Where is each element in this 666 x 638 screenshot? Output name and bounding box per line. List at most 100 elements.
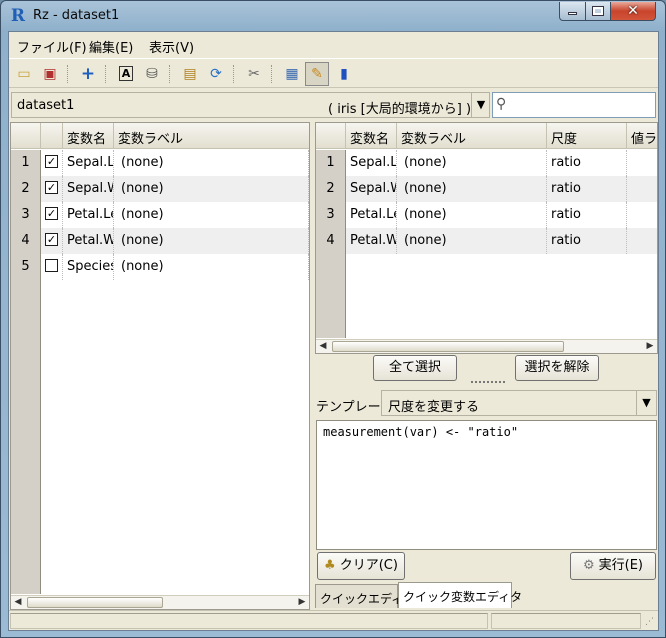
right-header-scale[interactable]: 尺度 — [547, 123, 627, 149]
value-label-cell[interactable] — [627, 202, 657, 228]
variable-label[interactable]: (none) — [114, 176, 309, 202]
scroll-right-icon[interactable]: ▶ — [295, 596, 309, 609]
check-cell: ✓ — [41, 176, 63, 202]
variable-label[interactable]: (none) — [114, 202, 309, 228]
open-folder-icon[interactable]: ▭ — [14, 64, 34, 84]
gear-icon: ⚙ — [582, 558, 595, 573]
add-icon[interactable]: + — [78, 64, 98, 84]
menu-bar: ファイル(F) 編集(E) 表示(V) — [9, 32, 658, 58]
status-bar: ⋰ — [9, 610, 658, 630]
right-header-value-label[interactable]: 値ラベル — [627, 123, 657, 149]
variable-name[interactable]: Sepal.Width — [346, 176, 397, 202]
search-input[interactable]: ⚲ — [492, 92, 656, 118]
variable-label[interactable]: (none) — [397, 150, 547, 176]
variable-scale[interactable]: ratio — [547, 202, 627, 228]
table-row[interactable]: 4 ✓ Petal.Width (none) — [11, 228, 309, 254]
tab-quick-editor[interactable]: クイックエディタ — [315, 584, 415, 608]
right-header-label[interactable]: 変数ラベル — [397, 123, 547, 149]
menu-view[interactable]: 表示(V) — [149, 37, 194, 56]
check-cell: ✓ — [41, 228, 63, 254]
maximize-button[interactable] — [585, 2, 611, 21]
variable-label[interactable]: (none) — [114, 150, 309, 176]
clear-button[interactable]: ♣ クリア(C) — [317, 552, 405, 580]
row-checkbox[interactable]: ✓ — [45, 207, 58, 220]
variable-label[interactable]: (none) — [397, 202, 547, 228]
dataset-bar: dataset1 ( iris [大局的環境から] ) ▼ ⚲ — [9, 90, 658, 120]
chart-icon[interactable]: ▮ — [334, 64, 354, 84]
tab-quick-variable-editor[interactable]: クイック変数エディタ — [398, 582, 522, 608]
right-header-name[interactable]: 変数名 — [346, 123, 397, 149]
refresh-icon[interactable]: ⟳ — [206, 64, 226, 84]
scroll-left-icon[interactable]: ◀ — [11, 596, 25, 609]
select-all-button[interactable]: 全て選択 — [373, 355, 457, 381]
variable-label[interactable]: (none) — [397, 176, 547, 202]
variable-name[interactable]: Sepal.Length — [63, 150, 114, 176]
import-icon[interactable]: ▤ — [180, 64, 200, 84]
row-number: 3 — [11, 202, 41, 228]
table-row[interactable]: 3 ✓ Petal.Length (none) — [11, 202, 309, 228]
save-icon[interactable]: ▣ — [40, 64, 60, 84]
variable-name[interactable]: Petal.Width — [63, 228, 114, 254]
menu-file[interactable]: ファイル(F) — [17, 37, 87, 56]
value-label-cell[interactable] — [627, 176, 657, 202]
resize-grip-icon[interactable]: ⋰ — [645, 617, 654, 627]
variable-name[interactable]: Sepal.Width — [63, 176, 114, 202]
window-title: Rz - dataset1 — [33, 8, 120, 23]
dataset-env: ( iris [大局的環境から] ) — [328, 102, 472, 117]
variable-scale[interactable]: ratio — [547, 176, 627, 202]
deselect-button[interactable]: 選択を解除 — [515, 355, 599, 381]
variable-name[interactable]: Petal.Length — [63, 202, 114, 228]
left-header-label[interactable]: 変数ラベル — [114, 123, 309, 149]
variable-scale[interactable]: ratio — [547, 228, 627, 254]
variable-name[interactable]: Species — [63, 254, 114, 280]
template-select[interactable]: 尺度を変更する ▼ — [381, 390, 657, 416]
row-checkbox[interactable]: ✓ — [45, 233, 58, 246]
database-icon[interactable]: ⛁ — [142, 64, 162, 84]
value-label-cell[interactable] — [627, 228, 657, 254]
run-button[interactable]: ⚙ 実行(E) — [570, 552, 656, 580]
menu-edit[interactable]: 編集(E) — [89, 37, 133, 56]
row-checkbox[interactable] — [45, 259, 58, 272]
row-number: 1 — [11, 150, 41, 176]
row-number: 3 — [316, 202, 346, 228]
variable-name[interactable]: Sepal.Length — [346, 150, 397, 176]
close-button[interactable]: ✕ — [610, 2, 656, 21]
tools-icon[interactable]: ✂ — [244, 64, 264, 84]
grid-view-icon[interactable]: ▦ — [282, 64, 302, 84]
row-checkbox[interactable]: ✓ — [45, 181, 58, 194]
text-label-icon[interactable]: A — [116, 64, 136, 84]
table-row[interactable]: 4 Petal.Width (none) ratio — [316, 228, 657, 254]
minimize-button[interactable] — [559, 2, 586, 21]
scroll-thumb[interactable] — [27, 597, 163, 608]
chevron-down-icon[interactable]: ▼ — [636, 391, 656, 415]
edit-view-icon[interactable]: ✎ — [305, 62, 329, 86]
table-row[interactable]: 1 ✓ Sepal.Length (none) — [11, 150, 309, 176]
table-row[interactable]: 3 Petal.Length (none) ratio — [316, 202, 657, 228]
horizontal-scrollbar[interactable]: ◀ ▶ — [11, 595, 309, 609]
script-editor[interactable]: measurement(var) <- "ratio" — [316, 420, 657, 550]
splitter-grip[interactable] — [471, 381, 505, 383]
row-header-gutter — [11, 280, 41, 594]
variable-label[interactable]: (none) — [397, 228, 547, 254]
table-row[interactable]: 2 Sepal.Width (none) ratio — [316, 176, 657, 202]
check-cell: ✓ — [41, 150, 63, 176]
close-icon: ✕ — [627, 3, 639, 19]
table-row[interactable]: 5 Species (none) — [11, 254, 309, 280]
scroll-thumb[interactable] — [332, 341, 564, 352]
table-row[interactable]: 2 ✓ Sepal.Width (none) — [11, 176, 309, 202]
value-label-cell[interactable] — [627, 150, 657, 176]
title-bar[interactable]: R Rz - dataset1 ✕ — [1, 1, 665, 31]
left-header-name[interactable]: 変数名 — [63, 123, 114, 149]
scroll-right-icon[interactable]: ▶ — [643, 340, 657, 353]
variable-name[interactable]: Petal.Width — [346, 228, 397, 254]
variable-name[interactable]: Petal.Length — [346, 202, 397, 228]
variable-label[interactable]: (none) — [114, 228, 309, 254]
dataset-select[interactable]: dataset1 ( iris [大局的環境から] ) ▼ — [11, 92, 490, 118]
table-row[interactable]: 1 Sepal.Length (none) ratio — [316, 150, 657, 176]
variable-scale[interactable]: ratio — [547, 150, 627, 176]
variable-label[interactable]: (none) — [114, 254, 309, 280]
horizontal-scrollbar[interactable]: ◀ ▶ — [316, 339, 657, 353]
scroll-left-icon[interactable]: ◀ — [316, 340, 330, 353]
row-checkbox[interactable]: ✓ — [45, 155, 58, 168]
chevron-down-icon[interactable]: ▼ — [471, 93, 490, 117]
